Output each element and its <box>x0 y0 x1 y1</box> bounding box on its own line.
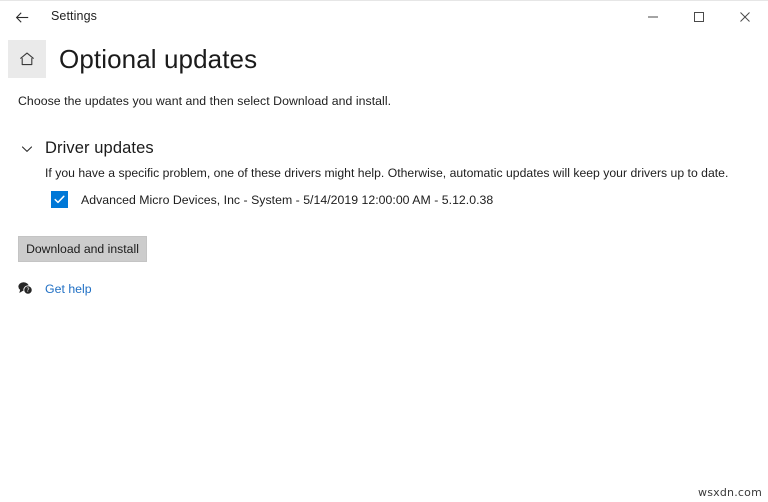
title-bar: Settings <box>0 0 768 31</box>
update-label: Advanced Micro Devices, Inc - System - 5… <box>81 192 494 207</box>
maximize-icon <box>693 11 705 23</box>
window-controls <box>630 1 768 32</box>
home-icon <box>18 50 36 68</box>
get-help-link[interactable]: Get help <box>45 282 92 296</box>
get-help-row[interactable]: ? Get help <box>17 280 92 297</box>
section-title: Driver updates <box>45 139 154 157</box>
help-bubble-icon: ? <box>17 280 34 297</box>
back-button[interactable] <box>6 3 38 31</box>
list-item[interactable]: Advanced Micro Devices, Inc - System - 5… <box>51 191 493 208</box>
driver-updates-expander[interactable]: Driver updates <box>20 139 154 158</box>
svg-text:?: ? <box>26 287 29 294</box>
page-subtitle: Choose the updates you want and then sel… <box>18 94 392 108</box>
download-and-install-button[interactable]: Download and install <box>18 236 147 262</box>
maximize-button[interactable] <box>676 1 722 32</box>
section-description: If you have a specific problem, one of t… <box>45 166 729 180</box>
home-button[interactable] <box>8 40 46 78</box>
back-arrow-icon <box>14 9 31 26</box>
watermark: wsxdn.com <box>698 486 762 499</box>
chevron-down-icon <box>20 142 34 156</box>
page-title: Optional updates <box>59 44 258 74</box>
minimize-button[interactable] <box>630 1 676 32</box>
update-checkbox[interactable] <box>51 191 68 208</box>
app-title: Settings <box>51 9 97 23</box>
close-icon <box>739 11 751 23</box>
minimize-icon <box>647 11 659 23</box>
close-button[interactable] <box>722 1 768 32</box>
